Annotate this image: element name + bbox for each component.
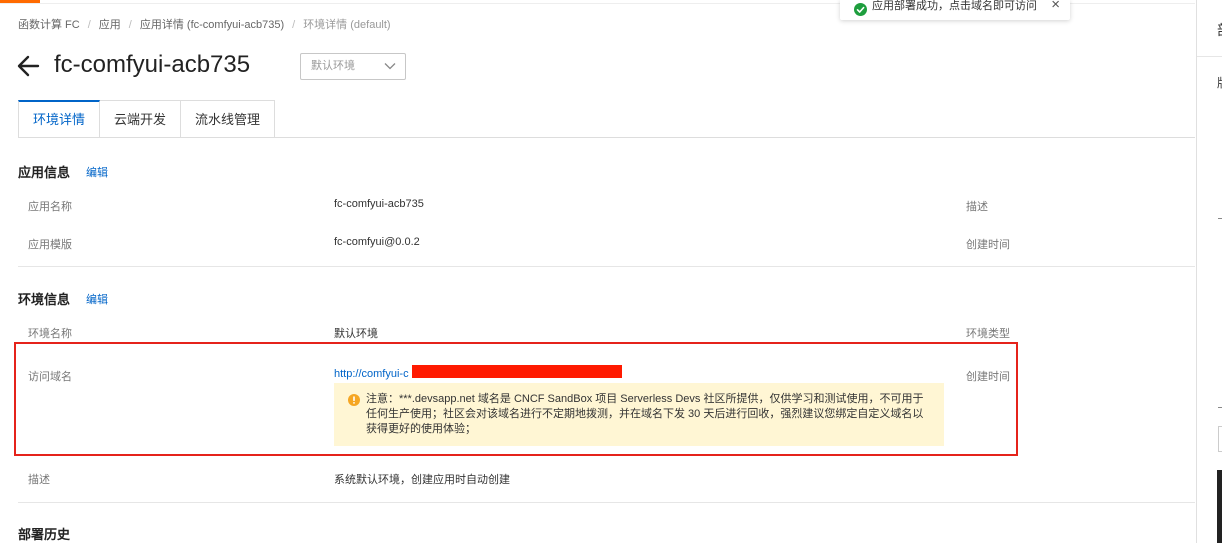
right-side-panel: 部 版 bbox=[1196, 0, 1222, 543]
tab-cloud-dev[interactable]: 云端开发 bbox=[100, 100, 182, 138]
domain-label: 访问域名 bbox=[28, 371, 72, 383]
chevron-down-icon bbox=[384, 63, 396, 70]
toast-message: 应用部署成功，点击域名即可访问 bbox=[872, 0, 1037, 12]
breadcrumb-item-apps[interactable]: 应用 bbox=[99, 19, 121, 31]
redaction-bar bbox=[412, 365, 622, 378]
environment-select[interactable]: 默认环境 bbox=[300, 53, 406, 80]
app-name-value: fc-comfyui-acb735 bbox=[334, 198, 424, 210]
back-arrow-icon[interactable] bbox=[16, 52, 42, 80]
domain-url-link[interactable]: http://comfyui-c bbox=[334, 368, 409, 380]
env-type-label: 环境类型 bbox=[966, 328, 1010, 340]
breadcrumb-item-fc[interactable]: 函数计算 FC bbox=[18, 19, 80, 31]
check-circle-icon bbox=[854, 3, 867, 16]
env-desc-label: 描述 bbox=[28, 474, 50, 486]
section-divider bbox=[18, 266, 1195, 267]
close-icon[interactable]: × bbox=[1051, 0, 1060, 15]
right-panel-tick bbox=[1218, 407, 1222, 408]
env-name-value: 默认环境 bbox=[334, 328, 378, 340]
app-info-title: 应用信息 bbox=[18, 165, 71, 180]
breadcrumb-item-current: 环境详情 (default) bbox=[303, 19, 391, 31]
app-desc-label: 描述 bbox=[966, 201, 988, 213]
app-created-label: 创建时间 bbox=[966, 239, 1010, 251]
app-name-label: 应用名称 bbox=[28, 201, 72, 213]
tab-env-detail[interactable]: 环境详情 bbox=[18, 100, 101, 138]
right-panel-tick bbox=[1218, 218, 1222, 219]
environment-select-value: 默认环境 bbox=[311, 60, 355, 72]
env-info-edit-link[interactable]: 编辑 bbox=[86, 291, 108, 307]
right-panel-input[interactable] bbox=[1218, 426, 1222, 452]
env-name-label: 环境名称 bbox=[28, 328, 72, 340]
env-desc-value: 系统默认环境，创建应用时自动创建 bbox=[334, 474, 510, 486]
breadcrumb-separator: / bbox=[128, 19, 132, 31]
right-panel-divider bbox=[1197, 56, 1222, 57]
app-info-edit-link[interactable]: 编辑 bbox=[86, 164, 108, 180]
breadcrumb-item-app-detail[interactable]: 应用详情 (fc-comfyui-acb735) bbox=[140, 19, 284, 31]
right-panel-label: 版 bbox=[1217, 74, 1222, 91]
tab-pipeline[interactable]: 流水线管理 bbox=[181, 100, 276, 138]
section-divider bbox=[18, 502, 1195, 503]
app-template-label: 应用模版 bbox=[28, 239, 72, 251]
breadcrumb-separator: / bbox=[292, 19, 296, 31]
warning-icon bbox=[348, 394, 360, 406]
breadcrumb: 函数计算 FC / 应用 / 应用详情 (fc-comfyui-acb735) / 环境详情… bbox=[18, 16, 391, 32]
env-created-label: 创建时间 bbox=[966, 371, 1010, 383]
right-panel-heading: 部 bbox=[1217, 20, 1222, 40]
app-template-value: fc-comfyui@0.0.2 bbox=[334, 236, 420, 248]
env-info-title: 环境信息 bbox=[18, 292, 71, 307]
deploy-history-title: 部署历史 bbox=[18, 527, 71, 542]
breadcrumb-separator: / bbox=[87, 19, 91, 31]
tab-bar: 环境详情 云端开发 流水线管理 bbox=[18, 100, 276, 138]
domain-warning-text: 注意：***.devsapp.net 域名是 CNCF SandBox 项目 S… bbox=[366, 393, 924, 435]
page-title: fc-comfyui-acb735 bbox=[54, 51, 251, 78]
domain-warning-notice: 注意：***.devsapp.net 域名是 CNCF SandBox 项目 S… bbox=[334, 383, 944, 446]
tab-bar-baseline bbox=[18, 137, 1195, 138]
success-toast: 应用部署成功，点击域名即可访问 × bbox=[840, 0, 1070, 20]
right-panel-dark-block bbox=[1217, 470, 1222, 543]
